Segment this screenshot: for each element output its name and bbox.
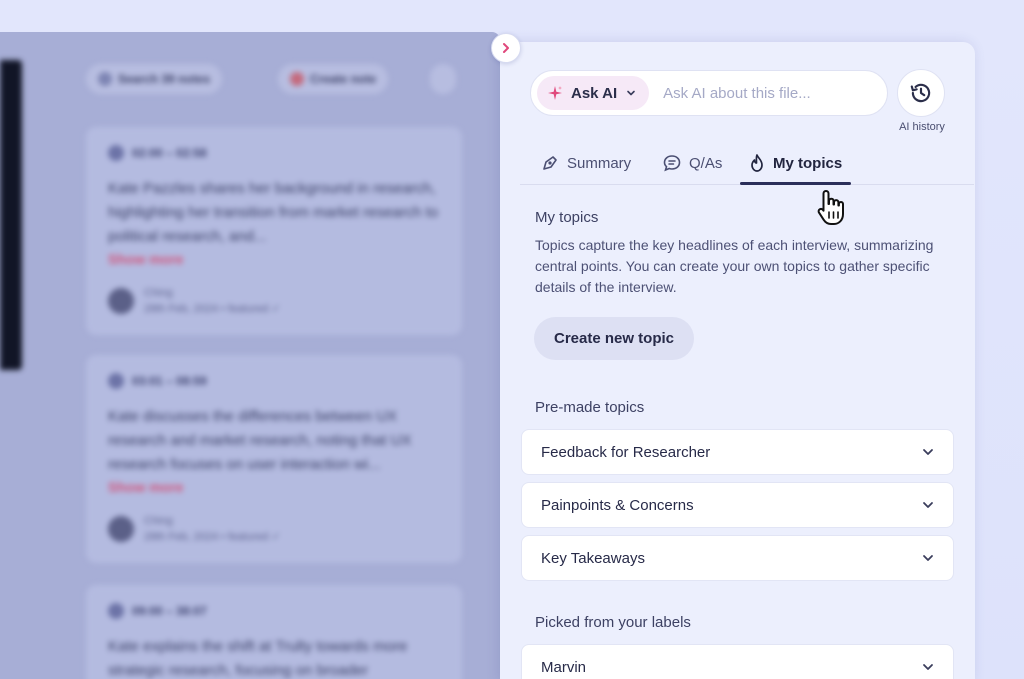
ai-history-label: AI history (899, 121, 945, 133)
chevron-down-icon (923, 555, 933, 561)
topic-marvin[interactable]: Marvin (521, 644, 954, 679)
my-topics-description: Topics capture the key headlines of each… (535, 237, 934, 295)
notes-area: Search 39 notes Create note 02:00 – 02:5… (0, 32, 500, 679)
search-notes-label: Search 39 notes (118, 72, 211, 86)
create-note-chip[interactable]: Create note (278, 64, 389, 94)
chat-icon (663, 155, 681, 172)
search-icon (98, 72, 112, 86)
topic-label: Key Takeaways (541, 549, 645, 567)
clock-icon (108, 603, 124, 619)
note-text: Kate discusses the differences between U… (108, 408, 412, 473)
topic-painpoints-concerns[interactable]: Painpoints & Concerns (521, 482, 954, 528)
search-notes-chip[interactable]: Search 39 notes (86, 64, 223, 94)
chevron-down-icon (923, 664, 933, 670)
tab-qas[interactable]: Q/As (662, 142, 722, 184)
note-card[interactable]: 09:00 – 38:07 Kate explains the shift at… (86, 585, 462, 679)
author-name: Ching (144, 515, 173, 527)
note-text: Kate Pazzles shares her background in re… (108, 180, 439, 245)
note-time-text: 09:00 – 38:07 (132, 604, 207, 618)
ask-ai-label: Ask AI (571, 84, 618, 102)
ask-ai-input[interactable] (663, 84, 854, 102)
author-name: Ching (144, 287, 173, 299)
clock-icon (108, 145, 124, 161)
notes-blur-layer: Search 39 notes Create note 02:00 – 02:5… (0, 32, 500, 679)
summary-icon (543, 156, 557, 170)
flame-icon (751, 154, 763, 172)
note-author: Ching 28th Feb, 2024 • featured ✓ (108, 285, 440, 317)
premade-topics-heading: Pre-made topics (535, 399, 645, 416)
create-new-topic-button[interactable]: Create new topic (534, 317, 694, 360)
more-chip[interactable] (430, 64, 456, 94)
note-time: 03:01 – 08:59 (108, 373, 440, 389)
history-icon (910, 83, 931, 103)
note-author: Ching 28th Feb, 2024 • featured ✓ (108, 513, 440, 545)
note-icon (290, 72, 304, 86)
ai-history-button[interactable] (897, 69, 945, 117)
topic-feedback-for-researcher[interactable]: Feedback for Researcher (521, 429, 954, 475)
tab-my-topics-label: My topics (773, 154, 843, 172)
show-more-link[interactable]: Show more (108, 251, 440, 267)
topic-label: Feedback for Researcher (541, 443, 711, 461)
panel-tabs: Summary Q/As My topics (520, 142, 974, 185)
ask-ai-bar: Ask AI (530, 70, 888, 116)
clock-icon (108, 373, 124, 389)
ask-ai-dropdown[interactable]: Ask AI (537, 76, 650, 110)
avatar (108, 516, 134, 542)
hand-cursor-icon (817, 190, 844, 225)
note-time-text: 02:00 – 02:58 (132, 146, 207, 160)
note-card[interactable]: 02:00 – 02:58 Kate Pazzles shares her ba… (86, 127, 462, 335)
tab-my-topics[interactable]: My topics (748, 142, 842, 184)
chevron-right-icon (503, 43, 509, 53)
tab-qas-label: Q/As (689, 154, 723, 172)
sparkle-icon (548, 86, 562, 100)
chevron-down-icon (627, 90, 635, 96)
topic-key-takeaways[interactable]: Key Takeaways (521, 535, 954, 581)
note-text: Kate explains the shift at Trulty toward… (108, 638, 408, 679)
author-meta: 28th Feb, 2024 • featured ✓ (144, 531, 281, 543)
author-lines: Ching 28th Feb, 2024 • featured ✓ (144, 285, 281, 317)
tab-summary-label: Summary (567, 154, 632, 172)
avatar (108, 288, 134, 314)
ai-panel (500, 42, 975, 679)
note-time: 02:00 – 02:58 (108, 145, 440, 161)
collapse-panel-button[interactable] (491, 33, 521, 63)
topic-label: Painpoints & Concerns (541, 496, 694, 514)
show-more-link[interactable]: Show more (108, 479, 440, 495)
note-time-text: 03:01 – 08:59 (132, 374, 207, 388)
chevron-down-icon (923, 449, 933, 455)
note-time: 09:00 – 38:07 (108, 603, 440, 619)
video-player[interactable] (0, 60, 22, 370)
note-card[interactable]: 03:01 – 08:59 Kate discusses the differe… (86, 355, 462, 563)
labels-topics-heading: Picked from your labels (535, 614, 691, 631)
create-note-label: Create note (310, 72, 377, 86)
topic-label: Marvin (541, 658, 587, 676)
author-lines: Ching 28th Feb, 2024 • featured ✓ (144, 513, 281, 545)
my-topics-heading: My topics (535, 209, 599, 226)
chevron-down-icon (923, 502, 933, 508)
author-meta: 28th Feb, 2024 • featured ✓ (144, 303, 281, 315)
tab-summary[interactable]: Summary (540, 142, 631, 184)
active-tab-indicator (740, 182, 851, 185)
